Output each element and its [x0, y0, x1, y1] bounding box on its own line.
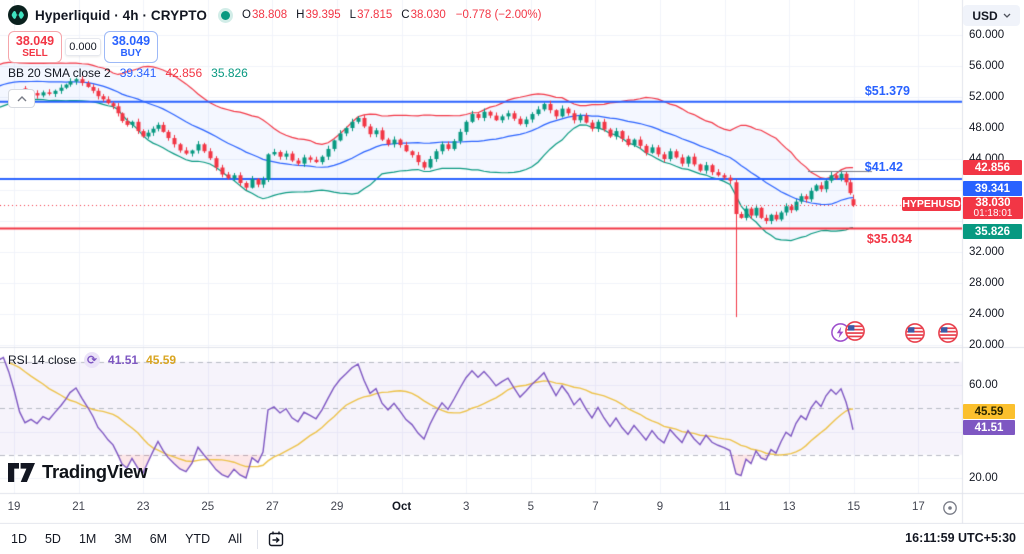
buy-button[interactable]: 38.049 BUY [104, 31, 158, 63]
tradingview-mark-icon [8, 463, 35, 482]
rsi-indicator-name: RSI 14 close [8, 353, 76, 367]
price-tick-label: 24.000 [969, 308, 1004, 320]
sell-price: 38.049 [16, 35, 54, 49]
us-economic-event-icon-1[interactable] [845, 321, 865, 341]
bb-indicator-legend[interactable]: BB 20 SMA close 2 39.341 42.856 35.826 [8, 66, 248, 80]
time-tick-label: 3 [448, 501, 484, 513]
time-tick-label: Oct [384, 501, 420, 513]
tradingview-logo[interactable]: TradingView [8, 461, 147, 483]
range-button-all[interactable]: All [219, 524, 251, 554]
bb-upper-value: 42.856 [165, 66, 202, 80]
time-tick-label: 17 [900, 501, 936, 513]
bb-basis-axis-badge: 39.341 [963, 181, 1022, 196]
time-tick-label: 29 [319, 501, 355, 513]
bb-indicator-name: BB 20 SMA close 2 [8, 66, 111, 80]
price-tick-label: 32.000 [969, 246, 1004, 258]
rsi-tick-label: 20.00 [969, 472, 998, 484]
level-label-51[interactable]: $51.379 [826, 84, 910, 98]
range-button-ytd[interactable]: YTD [176, 524, 219, 554]
market-status-dot-icon [221, 11, 230, 20]
us-economic-event-icon-2[interactable] [905, 323, 925, 343]
close-label: C [401, 9, 409, 21]
level-label-35[interactable]: $35.034 [828, 232, 912, 246]
bottom-toolbar: 1D5D1M3M6MYTDAll [0, 524, 1024, 554]
collapse-pane-button[interactable] [8, 89, 35, 108]
range-button-1d[interactable]: 1D [2, 524, 36, 554]
range-button-6m[interactable]: 6M [141, 524, 176, 554]
range-button-3m[interactable]: 3M [105, 524, 140, 554]
clock[interactable]: 16:11:59 UTC+5:30 [905, 531, 1016, 545]
rsi-ma-value: 45.59 [146, 353, 176, 367]
last-price-axis-badge: 38.030 01:18:01 [963, 197, 1023, 219]
low-value: 37.815 [357, 9, 392, 21]
price-tick-label: 60.000 [969, 29, 1004, 41]
candle-countdown: 01:18:01 [974, 209, 1013, 220]
calendar-icon [267, 530, 285, 548]
rsi-value: 41.51 [108, 353, 138, 367]
chevron-down-icon [1003, 13, 1011, 18]
trade-panel: 38.049 SELL 0.000 38.049 BUY [8, 31, 158, 63]
sell-label: SELL [22, 48, 48, 59]
range-buttons: 1D5D1M3M6MYTDAll [2, 524, 251, 554]
last-price-value: 38.030 [975, 197, 1010, 209]
rsi-ma-axis-badge: 45.59 [963, 404, 1015, 419]
bb-upper-axis-badge: 42.856 [963, 160, 1022, 175]
time-tick-label: 27 [254, 501, 290, 513]
price-tick-label: 48.000 [969, 122, 1004, 134]
time-tick-label: 21 [61, 501, 97, 513]
time-tick-label: 9 [642, 501, 678, 513]
buy-label: BUY [120, 48, 141, 59]
tradingview-wordmark: TradingView [42, 461, 147, 483]
open-value: 38.808 [252, 9, 287, 21]
price-tick-label: 52.000 [969, 91, 1004, 103]
symbol-header: Hyperliquid · 4h · CRYPTO O38.808 H39.39… [8, 4, 541, 26]
range-button-1m[interactable]: 1M [70, 524, 105, 554]
go-to-date-button[interactable] [264, 527, 288, 551]
time-tick-label: 5 [513, 501, 549, 513]
buy-price: 38.049 [112, 35, 150, 49]
symbol-price-tag: HYPEHUSD [902, 197, 961, 211]
price-tick-label: 28.000 [969, 277, 1004, 289]
high-label: H [296, 9, 304, 21]
refresh-icon[interactable]: ⟳ [84, 352, 100, 368]
axis-settings-icon[interactable] [941, 499, 959, 517]
time-tick-label: 13 [771, 501, 807, 513]
time-tick-label: 11 [707, 501, 743, 513]
time-tick-label: 7 [577, 501, 613, 513]
close-value: 38.030 [411, 9, 446, 21]
toolbar-divider [257, 530, 258, 549]
open-label: O [242, 9, 251, 21]
time-tick-label: 15 [836, 501, 872, 513]
rsi-tick-label: 60.00 [969, 379, 998, 391]
price-tick-label: 56.000 [969, 60, 1004, 72]
ohlc-values: O38.808 H39.395 L37.815 C38.030 −0.778 (… [242, 9, 541, 21]
level-label-41[interactable]: $41.42 [819, 160, 903, 174]
time-tick-label: 23 [125, 501, 161, 513]
tradingview-chart-window: { "header": { "title": "Hyperliquid · 4h… [0, 0, 1024, 554]
spread-value: 0.000 [65, 38, 101, 56]
price-tick-label: 20.000 [969, 339, 1004, 351]
rsi-value-axis-badge: 41.51 [963, 420, 1015, 435]
bb-lower-axis-badge: 35.826 [963, 224, 1022, 239]
currency-label: USD [972, 9, 997, 23]
currency-selector[interactable]: USD [963, 5, 1020, 26]
high-value: 39.395 [305, 9, 340, 21]
bb-basis-value: 39.341 [120, 66, 157, 80]
symbol-title[interactable]: Hyperliquid · 4h · CRYPTO [35, 8, 207, 23]
change-value: −0.778 (−2.00%) [456, 9, 542, 21]
time-tick-label: 19 [0, 501, 32, 513]
time-tick-label: 25 [190, 501, 226, 513]
range-button-5d[interactable]: 5D [36, 524, 70, 554]
hyperliquid-logo-icon [8, 5, 28, 25]
chevron-up-icon [17, 96, 27, 102]
sell-button[interactable]: 38.049 SELL [8, 31, 62, 63]
low-label: L [350, 9, 356, 21]
bb-lower-value: 35.826 [211, 66, 248, 80]
us-economic-event-icon-3[interactable] [938, 323, 958, 343]
rsi-indicator-legend[interactable]: RSI 14 close ⟳ 41.51 45.59 [8, 352, 176, 368]
